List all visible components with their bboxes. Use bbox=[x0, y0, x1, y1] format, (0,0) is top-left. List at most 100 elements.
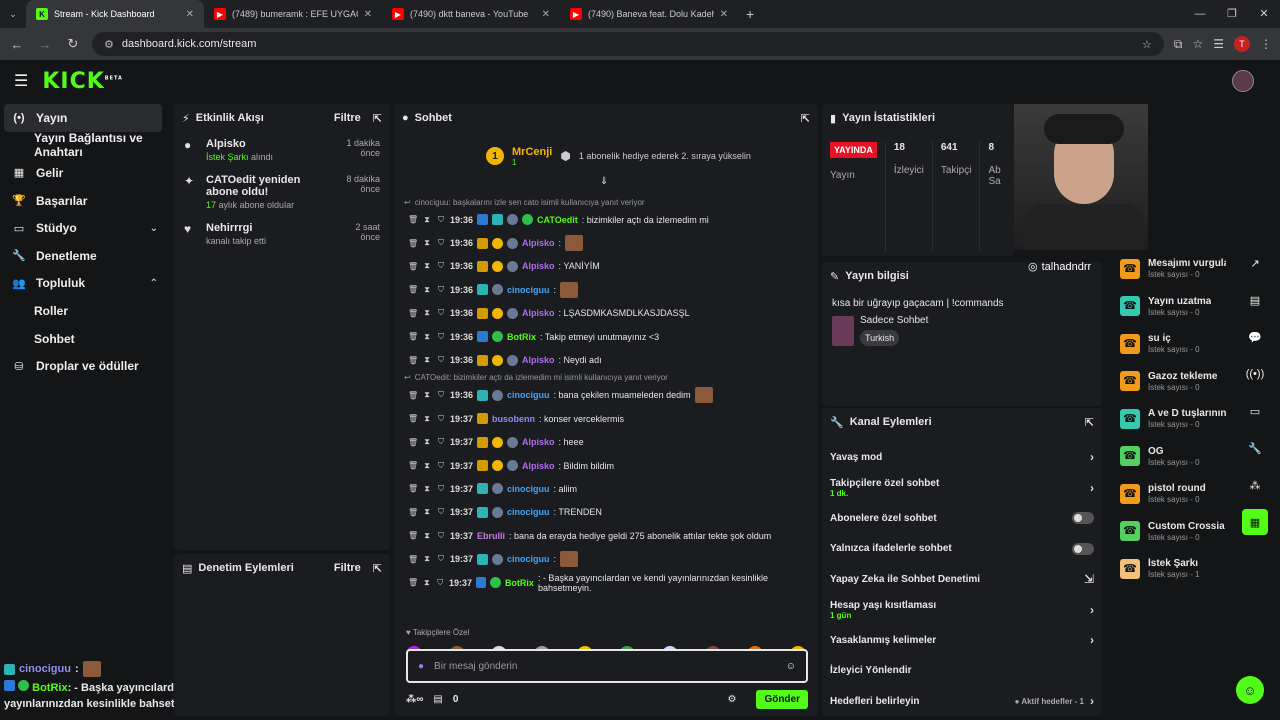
activity-item[interactable]: ✦ CATOedit yeniden abone oldu! 17 aylık ab… bbox=[174, 168, 390, 216]
channel-action-row[interactable]: Yasaklanmış kelimeler › bbox=[822, 625, 1102, 656]
chat-username[interactable]: Ebrulli bbox=[477, 531, 505, 541]
tool-icon[interactable]: ▤ bbox=[1242, 287, 1268, 313]
reward-item[interactable]: ☎ su iç İstek sayısı - 0 bbox=[1108, 325, 1238, 363]
chat-username[interactable]: cinociguu bbox=[507, 484, 550, 494]
delete-icon[interactable]: 🗑 bbox=[408, 484, 418, 493]
chat-username[interactable]: Alpisko bbox=[522, 308, 555, 318]
browser-tab[interactable]: K Stream - Kick Dashboard ✕ bbox=[26, 0, 204, 28]
chat-message[interactable]: 🗑 ⧗ ⛉ 19:36 BotRix: Takip etmeyi unutmayınız… bbox=[404, 325, 810, 348]
reward-item[interactable]: ☎ İstek Şarkı İstek sayısı - 1 bbox=[1108, 550, 1238, 588]
chevron-right-icon[interactable]: › bbox=[1090, 633, 1094, 647]
reward-item[interactable]: ☎ OG İstek sayısı - 0 bbox=[1108, 438, 1238, 476]
url-bar[interactable]: ⚙ dashboard.kick.com/stream ☆ bbox=[92, 32, 1164, 56]
sidebar-item[interactable]: 👥 Topluluk ⌃ bbox=[0, 270, 170, 298]
delete-icon[interactable]: 🗑 bbox=[408, 215, 418, 224]
toggle-switch[interactable] bbox=[1072, 512, 1094, 525]
tab-close-icon[interactable]: ✕ bbox=[364, 9, 372, 20]
reload-button[interactable]: ↻ bbox=[64, 36, 82, 52]
bookmarks-icon[interactable]: ☆ bbox=[1192, 37, 1203, 51]
chat-username[interactable]: BotRix bbox=[505, 578, 534, 588]
timeout-icon[interactable]: ⧗ bbox=[422, 531, 432, 541]
channel-action-row[interactable]: Yavaş mod › bbox=[822, 442, 1102, 473]
media-controls-icon[interactable]: ☰ bbox=[1213, 37, 1224, 51]
ban-icon[interactable]: ⛉ bbox=[436, 484, 446, 494]
reward-item[interactable]: ☎ Mesajımı vurgula İstek sayısı - 0 bbox=[1108, 250, 1238, 288]
ban-icon[interactable]: ⛉ bbox=[436, 578, 446, 588]
ban-icon[interactable]: ⛉ bbox=[436, 285, 446, 295]
extensions-icon[interactable]: ⧉ bbox=[1174, 37, 1183, 52]
kick-logo[interactable]: KICKBETA bbox=[42, 69, 123, 94]
stream-title[interactable]: kısa bir uğrayıp gaçacam | !commands bbox=[822, 290, 1102, 309]
close-window-button[interactable]: ✕ bbox=[1248, 0, 1280, 28]
tool-icon[interactable]: 💬 bbox=[1242, 324, 1268, 350]
chat-message[interactable]: 🗑 ⧗ ⛉ 19:37 cinociguu: bbox=[404, 547, 810, 570]
ban-icon[interactable]: ⛉ bbox=[436, 355, 446, 365]
timeout-icon[interactable]: ⧗ bbox=[422, 414, 432, 424]
timeout-icon[interactable]: ⧗ bbox=[422, 484, 432, 494]
minimize-button[interactable]: — bbox=[1184, 0, 1216, 28]
delete-icon[interactable]: 🗑 bbox=[408, 578, 418, 587]
chevron-right-icon[interactable]: › bbox=[1090, 603, 1094, 617]
delete-icon[interactable]: 🗑 bbox=[408, 309, 418, 318]
delete-icon[interactable]: 🗑 bbox=[408, 555, 418, 564]
sidebar-item[interactable]: 🏆 Başarılar bbox=[0, 187, 170, 215]
ban-icon[interactable]: ⛉ bbox=[436, 507, 446, 517]
sidebar-item[interactable]: (•) Yayın bbox=[4, 104, 162, 132]
channel-action-row[interactable]: Takipçilere özel sohbet 1 dk. › bbox=[822, 473, 1102, 504]
tool-icon[interactable]: 🔧 bbox=[1242, 435, 1268, 461]
timeout-icon[interactable]: ⧗ bbox=[422, 261, 432, 271]
send-button[interactable]: Gönder bbox=[756, 689, 808, 709]
sidebar-item[interactable]: ⛁ Droplar ve ödüller bbox=[0, 352, 170, 380]
ban-icon[interactable]: ⛉ bbox=[436, 390, 446, 400]
toggle-switch[interactable] bbox=[1072, 542, 1094, 555]
timeout-icon[interactable]: ⧗ bbox=[422, 507, 432, 517]
timeout-icon[interactable]: ⧗ bbox=[422, 554, 432, 564]
browser-tab[interactable]: ▶ (7490) Baneva feat. Dolu Kadeh ✕ bbox=[560, 0, 738, 28]
delete-icon[interactable]: 🗑 bbox=[408, 262, 418, 271]
ban-icon[interactable]: ⛉ bbox=[436, 554, 446, 564]
channel-action-row[interactable]: İzleyici Yönlendir bbox=[822, 656, 1102, 687]
chat-message[interactable]: 🗑 ⧗ ⛉ 19:36 cinociguu: bana çekilen muameled… bbox=[404, 384, 810, 407]
chat-message[interactable]: 🗑 ⧗ ⛉ 19:36 CATOedit: bizimkiler açtı da izl… bbox=[404, 208, 810, 231]
sidebar-item[interactable]: Sohbet bbox=[0, 325, 170, 353]
sidebar-item[interactable]: 🔧 Denetleme bbox=[0, 242, 170, 270]
ban-icon[interactable]: ⛉ bbox=[436, 414, 446, 424]
delete-icon[interactable]: 🗑 bbox=[408, 508, 418, 517]
chevron-right-icon[interactable]: › bbox=[1090, 450, 1094, 464]
chevron-icon[interactable]: ⌄ bbox=[150, 223, 158, 234]
emoji-picker-icon[interactable]: ☺ bbox=[786, 661, 796, 672]
chat-message[interactable]: 🗑 ⧗ ⛉ 19:36 Alpisko: Neydi adı bbox=[404, 348, 810, 371]
external-link-icon[interactable]: ⇲ bbox=[1084, 572, 1094, 586]
chevron-right-icon[interactable]: › bbox=[1090, 694, 1094, 708]
chat-message[interactable]: 🗑 ⧗ ⛉ 19:37 cinociguu: aliim bbox=[404, 477, 810, 500]
ban-icon[interactable]: ⛉ bbox=[436, 461, 446, 471]
back-button[interactable]: ← bbox=[8, 37, 26, 52]
delete-icon[interactable]: 🗑 bbox=[408, 239, 418, 248]
delete-icon[interactable]: 🗑 bbox=[408, 438, 418, 447]
category-row[interactable]: Sadece Sohbet Turkish bbox=[822, 309, 1102, 352]
activity-item[interactable]: ● Alpisko İstek Şarkı alındı 1 dakika önce bbox=[174, 132, 390, 168]
popout-icon[interactable]: ⇱ bbox=[373, 562, 382, 575]
ban-icon[interactable]: ⛉ bbox=[436, 215, 446, 225]
chat-message-input[interactable]: ● Bir mesaj gönderin ☺ bbox=[406, 649, 808, 683]
tab-close-icon[interactable]: ✕ bbox=[542, 9, 550, 20]
tool-icon[interactable]: ⁂ bbox=[1242, 472, 1268, 498]
chat-username[interactable]: cinociguu bbox=[507, 507, 550, 517]
timeout-icon[interactable]: ⧗ bbox=[422, 355, 432, 365]
channel-action-row[interactable]: Hedefleri belirleyin ● Aktif hedefler - 1… bbox=[822, 686, 1102, 717]
user-avatar[interactable] bbox=[1232, 70, 1254, 92]
reward-item[interactable]: ☎ Custom Crossia oyıİstek sayısı - 0 bbox=[1108, 513, 1238, 551]
popout-icon[interactable]: ⇱ bbox=[1085, 416, 1094, 429]
browser-tab[interactable]: ▶ (7489) bumeramk : EFE UYGAC ✕ bbox=[204, 0, 382, 28]
chat-message[interactable]: 🗑 ⧗ ⛉ 19:37 busobenn: konser verceklermis bbox=[404, 407, 810, 430]
popout-icon[interactable]: ⇱ bbox=[373, 112, 382, 125]
chat-message[interactable]: 🗑 ⧗ ⛉ 19:36 Alpisko: YANİYİM bbox=[404, 255, 810, 278]
chat-username[interactable]: CATOedit bbox=[537, 215, 578, 225]
new-tab-button[interactable]: + bbox=[738, 6, 762, 22]
scroll-to-bottom-icon[interactable]: ⇓ bbox=[600, 176, 608, 187]
forward-button[interactable]: → bbox=[36, 37, 54, 52]
chat-username[interactable]: Alpisko bbox=[522, 261, 555, 271]
chat-username[interactable]: Alpisko bbox=[522, 461, 555, 471]
tool-icon[interactable]: ↗ bbox=[1242, 250, 1268, 276]
menu-hamburger-icon[interactable]: ☰ bbox=[14, 71, 28, 91]
